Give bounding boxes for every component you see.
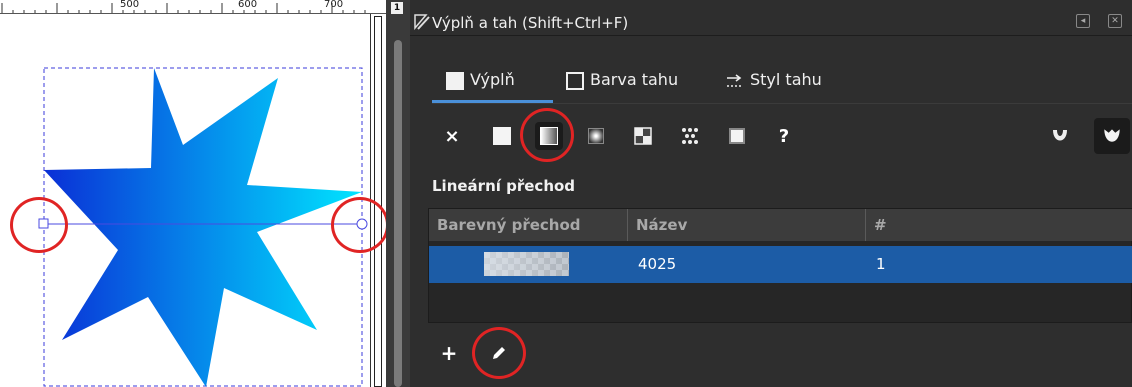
dock-divider[interactable]: 1 — [386, 0, 410, 387]
vertical-scrollbar[interactable] — [370, 14, 386, 387]
tab-fill-label: Výplň — [470, 70, 515, 89]
column-header-count[interactable]: # — [866, 209, 1132, 241]
outline-square-icon — [566, 72, 584, 90]
no-paint-button[interactable]: × — [438, 122, 466, 150]
gradient-name: 4025 — [638, 255, 677, 273]
filled-square-icon — [446, 72, 464, 90]
unset-paint-icon: ? — [778, 125, 790, 147]
drawing-canvas[interactable] — [0, 0, 370, 387]
tab-stroke-paint[interactable]: Barva tahu — [566, 70, 678, 110]
column-header-name[interactable]: Název — [628, 209, 866, 241]
no-paint-icon: × — [444, 125, 460, 147]
fill-stroke-panel: Výplň a tah (Shift+Ctrl+F) ◂ ✕ Výplň Bar… — [410, 0, 1132, 387]
radial-gradient-button[interactable] — [582, 122, 610, 150]
edit-gradient-button[interactable] — [484, 338, 514, 368]
pattern-icon — [682, 128, 698, 144]
swatch-icon — [729, 128, 745, 144]
linear-gradient-icon — [540, 127, 558, 145]
table-row[interactable]: 4025 1 — [429, 246, 1132, 283]
gradient-end-handle[interactable] — [356, 218, 368, 230]
table-header: Barevný přechod Název # — [429, 209, 1132, 241]
tab-stroke-style[interactable]: Styl tahu — [726, 70, 822, 110]
fill-type-toolbar: × ? — [410, 116, 1132, 158]
fill-rule-evenodd-icon — [1053, 130, 1067, 141]
fill-rule-nonzero-icon — [1104, 129, 1120, 142]
mesh-gradient-icon — [634, 127, 652, 145]
dock-grip-handle[interactable] — [394, 40, 402, 387]
flat-color-button[interactable] — [488, 122, 516, 150]
swatch-button[interactable] — [723, 122, 751, 150]
dock-pin[interactable]: 1 — [391, 2, 403, 14]
fill-rule-evenodd-button[interactable] — [1046, 122, 1074, 150]
unset-paint-button[interactable]: ? — [770, 122, 798, 150]
fill-stroke-icon — [414, 14, 430, 30]
radial-gradient-icon — [588, 128, 604, 144]
panel-header: Výplň a tah (Shift+Ctrl+F) ◂ ✕ — [410, 0, 1132, 36]
pencil-icon — [493, 347, 505, 359]
tab-fill[interactable]: Výplň — [446, 70, 515, 110]
linear-gradient-button[interactable] — [535, 122, 563, 150]
stroke-style-icon — [727, 74, 742, 87]
gradient-preview-swatch — [484, 252, 569, 276]
pattern-button[interactable] — [676, 122, 704, 150]
gradient-list[interactable]: Barevný přechod Název # 4025 1 — [428, 208, 1132, 323]
add-gradient-button[interactable]: + — [434, 338, 464, 368]
plus-icon: + — [440, 341, 458, 365]
panel-collapse-icon[interactable]: ◂ — [1076, 14, 1090, 28]
panel-close-icon[interactable]: ✕ — [1108, 14, 1122, 28]
tabs-divider — [432, 103, 1132, 104]
scrollbar-thumb[interactable] — [374, 16, 382, 387]
gradient-section-title: Lineární přechod — [432, 177, 576, 195]
tab-stroke-style-label: Styl tahu — [750, 70, 822, 89]
gradient-start-handle[interactable] — [38, 218, 49, 229]
panel-title: Výplň a tah (Shift+Ctrl+F) — [432, 14, 629, 32]
fill-rule-nonzero-button[interactable] — [1094, 118, 1130, 154]
gradient-usage-count: 1 — [876, 255, 886, 273]
flat-color-icon — [493, 127, 511, 145]
star-shape[interactable] — [44, 68, 362, 387]
canvas-area[interactable]: 500 600 700 — [0, 0, 386, 387]
tab-stroke-paint-label: Barva tahu — [590, 70, 679, 89]
mesh-gradient-button[interactable] — [629, 122, 657, 150]
column-header-gradient[interactable]: Barevný přechod — [429, 209, 628, 241]
